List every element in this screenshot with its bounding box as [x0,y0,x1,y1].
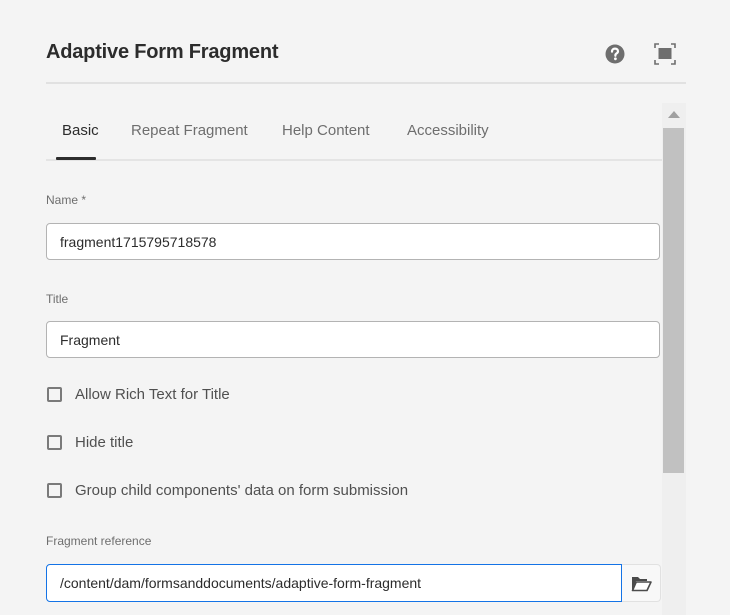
dialog-title: Adaptive Form Fragment [46,41,279,63]
group-child-data-checkbox-row[interactable]: Group child components' data on form sub… [46,481,466,501]
fullscreen-icon[interactable] [654,43,676,65]
fragment-reference-label: Fragment reference [46,534,152,548]
scrollbar-thumb[interactable] [663,128,684,473]
tab-basic[interactable]: Basic [62,122,99,139]
allow-rich-text-checkbox[interactable] [47,387,62,402]
allow-rich-text-checkbox-row[interactable]: Allow Rich Text for Title [46,385,346,405]
title-input[interactable] [46,321,660,358]
active-tab-indicator [56,157,96,160]
allow-rich-text-label: Allow Rich Text for Title [75,386,230,403]
name-label: Name * [46,193,87,207]
hide-title-checkbox-row[interactable]: Hide title [46,433,246,453]
hide-title-checkbox[interactable] [47,435,62,450]
dialog-content: Basic Repeat Fragment Help Content Acces… [46,103,686,615]
dialog-header: Adaptive Form Fragment [46,30,686,84]
help-icon[interactable] [604,43,626,65]
tab-list: Basic Repeat Fragment Help Content Acces… [46,103,662,161]
hide-title-label: Hide title [75,434,134,451]
tab-accessibility[interactable]: Accessibility [407,122,489,139]
tab-repeat-fragment[interactable]: Repeat Fragment [131,122,248,139]
group-child-data-label: Group child components' data on form sub… [75,482,409,499]
title-label: Title [46,292,69,306]
tab-help-content[interactable]: Help Content [282,122,370,139]
folder-open-icon [631,577,652,592]
vertical-scrollbar[interactable] [662,103,686,615]
browse-fragment-button[interactable] [622,564,661,602]
name-input[interactable] [46,223,660,260]
adaptive-form-fragment-dialog: Adaptive Form Fragment Basic Repeat Frag… [0,0,730,615]
fragment-reference-input[interactable] [46,564,622,602]
group-child-data-checkbox[interactable] [47,483,62,498]
scroll-up-arrow-icon[interactable] [662,103,686,127]
